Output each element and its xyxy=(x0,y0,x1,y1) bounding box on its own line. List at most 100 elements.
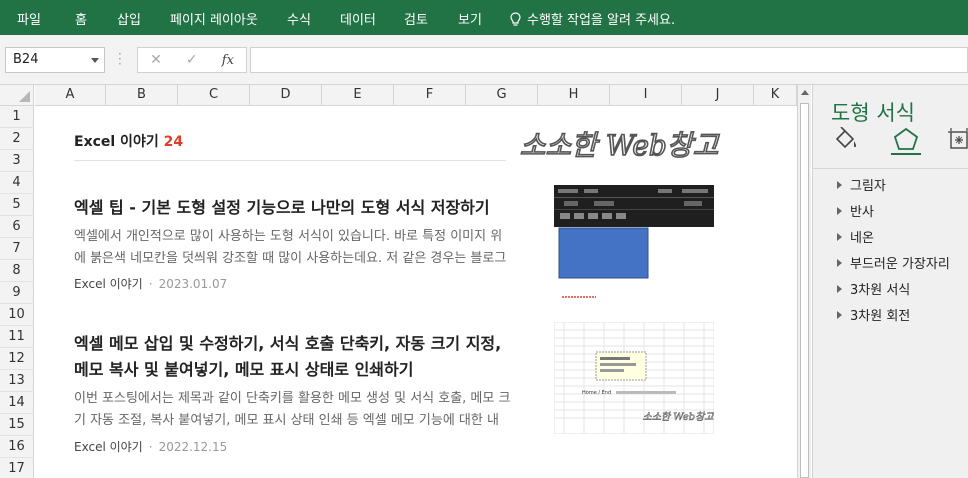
row-header[interactable]: 15 xyxy=(0,414,34,436)
section-title-text: Excel 이야기 xyxy=(74,134,159,150)
chevron-right-icon xyxy=(837,232,842,241)
pane-section-glow[interactable]: 네온 xyxy=(837,227,874,246)
chevron-right-icon xyxy=(837,258,842,267)
row-header[interactable]: 2 xyxy=(0,128,34,150)
tab-view[interactable]: 보기 xyxy=(458,9,482,28)
row-header[interactable]: 16 xyxy=(0,436,34,458)
row-header[interactable]: 5 xyxy=(0,194,34,216)
post-title[interactable]: 엑셀 팁 - 기본 도형 설정 기능으로 나만의 도형 서식 저장하기 xyxy=(74,195,514,221)
tab-review[interactable]: 검토 xyxy=(404,9,428,28)
tab-data[interactable]: 데이터 xyxy=(340,9,376,28)
post-meta: Excel 이야기 · 2022.12.15 xyxy=(74,440,228,454)
scroll-thumb[interactable] xyxy=(800,103,809,478)
size-properties-icon[interactable] xyxy=(947,127,968,154)
pentagon-icon[interactable] xyxy=(893,127,919,154)
formula-buttons: ✕ ✓ fx xyxy=(137,47,247,73)
row-header[interactable]: 10 xyxy=(0,304,34,326)
tab-formulas[interactable]: 수식 xyxy=(287,9,311,28)
pane-category-icons xyxy=(833,126,968,155)
lightbulb-icon xyxy=(510,11,521,26)
select-all-corner[interactable] xyxy=(0,85,34,106)
tab-home[interactable]: 홈 xyxy=(75,9,87,28)
logo-text: 소소한 Web창고 xyxy=(520,129,720,162)
row-header[interactable]: 17 xyxy=(0,458,34,478)
column-header-a[interactable]: A xyxy=(35,85,106,106)
tab-page-layout[interactable]: 페이지 레이아웃 xyxy=(170,9,258,28)
pane-section-3d-rotation[interactable]: 3차원 회전 xyxy=(837,305,910,324)
pane-title: 도형 서식 xyxy=(831,101,915,125)
post-thumbnail-memo[interactable]: Home / End 소소한 Web창고 xyxy=(553,321,715,435)
post-category[interactable]: Excel 이야기 xyxy=(74,277,143,291)
post-date: 2022.12.15 xyxy=(158,440,228,454)
name-box[interactable]: B24 xyxy=(5,47,105,73)
row-header[interactable]: 12 xyxy=(0,348,34,370)
fill-bucket-icon[interactable] xyxy=(833,126,859,154)
row-header[interactable]: 9 xyxy=(0,282,34,304)
scroll-up-icon[interactable] xyxy=(801,90,809,95)
chevron-right-icon xyxy=(837,310,842,319)
column-header-h[interactable]: H xyxy=(538,85,610,106)
insert-function-icon[interactable]: fx xyxy=(222,53,234,68)
row-header[interactable]: 3 xyxy=(0,150,34,172)
tab-file[interactable]: 파일 xyxy=(17,9,41,28)
post-description: 이번 포스팅에서는 제목과 같이 단축키를 활용한 메모 생성 및 서식 호출,… xyxy=(74,391,511,428)
column-header-k[interactable]: K xyxy=(754,85,797,106)
active-category-indicator xyxy=(891,153,921,155)
post-meta: Excel 이야기 · 2023.01.07 xyxy=(74,277,228,291)
row-header[interactable]: 8 xyxy=(0,260,34,282)
column-header-d[interactable]: D xyxy=(250,85,322,106)
column-header-c[interactable]: C xyxy=(178,85,250,106)
chevron-down-icon[interactable] xyxy=(91,58,99,63)
section-title: Excel 이야기 24 xyxy=(74,131,183,151)
cancel-icon[interactable]: ✕ xyxy=(150,52,162,68)
pane-section-3d-format[interactable]: 3차원 서식 xyxy=(837,279,910,298)
column-header-e[interactable]: E xyxy=(322,85,394,106)
post-date: 2023.01.07 xyxy=(158,277,228,291)
vertical-scrollbar[interactable] xyxy=(797,85,811,478)
post-category[interactable]: Excel 이야기 xyxy=(74,440,143,454)
pane-section-label: 부드러운 가장자리 xyxy=(850,257,950,272)
enter-icon[interactable]: ✓ xyxy=(186,52,198,68)
formula-input[interactable] xyxy=(250,47,968,73)
post-title[interactable]: 엑셀 메모 삽입 및 수정하기, 서식 호출 단축키, 자동 크기 지정, 메모… xyxy=(74,331,514,383)
formula-bar: B24 · · · ✕ ✓ fx xyxy=(0,35,968,85)
thumb-memo-label: Home / End xyxy=(582,390,611,396)
pane-section-label: 반사 xyxy=(850,205,874,220)
tell-me-box[interactable]: 수행할 작업을 알려 주세요. xyxy=(510,9,675,28)
column-header-j[interactable]: J xyxy=(682,85,754,106)
chevron-right-icon xyxy=(837,206,842,215)
name-box-value: B24 xyxy=(13,52,39,67)
pane-section-label: 3차원 회전 xyxy=(850,309,911,324)
row-header[interactable]: 11 xyxy=(0,326,34,348)
post-thumbnail-shape-format[interactable] xyxy=(554,185,714,300)
tab-insert[interactable]: 삽입 xyxy=(117,9,141,28)
row-header[interactable]: 1 xyxy=(0,106,34,128)
row-header[interactable]: 7 xyxy=(0,238,34,260)
chevron-right-icon xyxy=(837,180,842,189)
pane-section-label: 그림자 xyxy=(850,179,886,194)
thumb-logo-text: 소소한 Web창고 xyxy=(643,411,714,423)
post-description: 엑셀에서 개인적으로 많이 사용하는 도형 서식이 있습니다. 바로 특정 이미… xyxy=(74,229,507,266)
column-header-g[interactable]: G xyxy=(466,85,538,106)
divider xyxy=(813,168,968,169)
column-header-f[interactable]: F xyxy=(394,85,466,106)
column-header-i[interactable]: I xyxy=(610,85,682,106)
tell-me-text: 수행할 작업을 알려 주세요. xyxy=(527,13,676,28)
row-header[interactable]: 13 xyxy=(0,370,34,392)
row-header[interactable]: 4 xyxy=(0,172,34,194)
row-header[interactable]: 14 xyxy=(0,392,34,414)
blog-logo: 소소한 Web창고 xyxy=(516,122,722,168)
ribbon-tab-bar: 파일 홈 삽입 페이지 레이아웃 수식 데이터 검토 보기 수행할 작업을 알려… xyxy=(0,0,968,35)
chevron-right-icon xyxy=(837,284,842,293)
pane-section-shadow[interactable]: 그림자 xyxy=(837,175,886,194)
column-header-b[interactable]: B xyxy=(106,85,178,106)
divider xyxy=(74,160,506,161)
drag-handle-icon[interactable]: · · · xyxy=(118,48,122,70)
pane-section-label: 3차원 서식 xyxy=(850,283,911,298)
section-count: 24 xyxy=(163,134,184,150)
pane-section-soft-edges[interactable]: 부드러운 가장자리 xyxy=(837,253,950,272)
format-shape-pane: 도형 서식 그림자 반사 네온 부드러운 가장자리 3차원 서식 3차원 회전 xyxy=(812,85,968,478)
pane-section-label: 네온 xyxy=(850,231,874,246)
pane-section-reflection[interactable]: 반사 xyxy=(837,201,874,220)
row-header[interactable]: 6 xyxy=(0,216,34,238)
